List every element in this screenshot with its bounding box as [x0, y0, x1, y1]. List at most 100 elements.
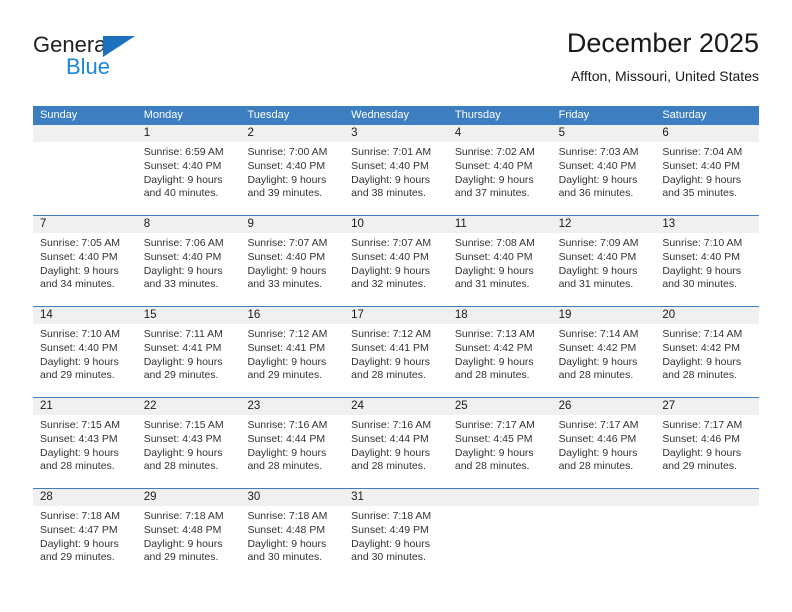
day-cell-18[interactable]: Sunrise: 7:13 AM Sunset: 4:42 PM Daylight:… — [448, 324, 552, 397]
day-number-12[interactable]: 12 — [552, 216, 656, 233]
day-detail-line: Daylight: 9 hours — [247, 264, 327, 277]
day-cell-5[interactable]: Sunrise: 7:03 AM Sunset: 4:40 PM Daylight:… — [552, 142, 656, 215]
day-number-27[interactable]: 27 — [655, 398, 759, 415]
day-number-6[interactable]: 6 — [655, 125, 759, 142]
day-detail-line: Daylight: 9 hours — [558, 264, 638, 277]
day-detail-line: Daylight: 9 hours — [143, 355, 223, 368]
day-number-empty — [552, 489, 656, 506]
day-cell-empty — [448, 506, 552, 579]
day-detail-line: Daylight: 9 hours — [558, 355, 638, 368]
day-detail-line: Sunset: 4:41 PM — [143, 341, 222, 354]
day-number-2[interactable]: 2 — [240, 125, 344, 142]
day-number-21[interactable]: 21 — [33, 398, 137, 415]
day-cell-22[interactable]: Sunrise: 7:15 AM Sunset: 4:43 PM Daylight:… — [137, 415, 241, 488]
week-detail-band: Sunrise: 7:18 AM Sunset: 4:47 PM Daylight:… — [33, 506, 759, 579]
day-number-18[interactable]: 18 — [448, 307, 552, 324]
day-number-24[interactable]: 24 — [344, 398, 448, 415]
day-number-7[interactable]: 7 — [33, 216, 137, 233]
day-detail-line: Sunrise: 7:16 AM — [247, 419, 328, 431]
calendar-page: General Blue December 2025 Affton, Misso… — [0, 0, 792, 612]
day-number-23[interactable]: 23 — [240, 398, 344, 415]
day-cell-27[interactable]: Sunrise: 7:17 AM Sunset: 4:46 PM Daylight:… — [655, 415, 759, 488]
day-cell-20[interactable]: Sunrise: 7:14 AM Sunset: 4:42 PM Daylight:… — [655, 324, 759, 397]
day-cell-17[interactable]: Sunrise: 7:12 AM Sunset: 4:41 PM Daylight:… — [344, 324, 448, 397]
day-cell-4[interactable]: Sunrise: 7:02 AM Sunset: 4:40 PM Daylight:… — [448, 142, 552, 215]
day-number-1[interactable]: 1 — [137, 125, 241, 142]
day-cell-7[interactable]: Sunrise: 7:05 AM Sunset: 4:40 PM Daylight:… — [33, 233, 137, 306]
day-number-15[interactable]: 15 — [137, 307, 241, 324]
day-detail-line: Sunrise: 7:08 AM — [454, 237, 535, 249]
day-detail-line: and 31 minutes. — [454, 278, 530, 291]
day-cell-16[interactable]: Sunrise: 7:12 AM Sunset: 4:41 PM Daylight:… — [240, 324, 344, 397]
day-detail-line: Daylight: 9 hours — [351, 537, 430, 550]
day-cell-24[interactable]: Sunrise: 7:16 AM Sunset: 4:44 PM Daylight:… — [344, 415, 448, 488]
day-number-5[interactable]: 5 — [552, 125, 656, 142]
day-cell-2[interactable]: Sunrise: 7:00 AM Sunset: 4:40 PM Daylight:… — [240, 142, 344, 215]
day-number-8[interactable]: 8 — [137, 216, 241, 233]
day-cell-28[interactable]: Sunrise: 7:18 AM Sunset: 4:47 PM Daylight:… — [33, 506, 137, 579]
day-number-9[interactable]: 9 — [240, 216, 344, 233]
day-detail-line: Sunrise: 7:14 AM — [662, 328, 743, 340]
logo-text-blue: Blue — [66, 54, 111, 79]
day-cell-30[interactable]: Sunrise: 7:18 AM Sunset: 4:48 PM Daylight:… — [240, 506, 344, 579]
weekday-header-monday: Monday — [143, 109, 183, 121]
day-number-3[interactable]: 3 — [344, 125, 448, 142]
day-cell-13[interactable]: Sunrise: 7:10 AM Sunset: 4:40 PM Daylight:… — [655, 233, 759, 306]
day-cell-23[interactable]: Sunrise: 7:16 AM Sunset: 4:44 PM Daylight:… — [240, 415, 344, 488]
day-cell-14[interactable]: Sunrise: 7:10 AM Sunset: 4:40 PM Daylight:… — [33, 324, 137, 397]
week-detail-band: Sunrise: 7:05 AM Sunset: 4:40 PM Daylight:… — [33, 233, 759, 306]
day-cell-6[interactable]: Sunrise: 7:04 AM Sunset: 4:40 PM Daylight:… — [655, 142, 759, 215]
day-cell-29[interactable]: Sunrise: 7:18 AM Sunset: 4:48 PM Daylight:… — [137, 506, 241, 579]
day-cell-21[interactable]: Sunrise: 7:15 AM Sunset: 4:43 PM Daylight:… — [33, 415, 137, 488]
day-cell-1[interactable]: Sunrise: 6:59 AM Sunset: 4:40 PM Daylight:… — [137, 142, 241, 215]
day-detail-line: and 35 minutes. — [662, 187, 738, 200]
day-detail-line: Sunrise: 7:17 AM — [558, 419, 639, 431]
day-cell-31[interactable]: Sunrise: 7:18 AM Sunset: 4:49 PM Daylight:… — [344, 506, 448, 579]
day-detail-line: Daylight: 9 hours — [247, 446, 327, 459]
day-detail-line: Daylight: 9 hours — [351, 355, 430, 368]
day-number-11[interactable]: 11 — [448, 216, 552, 233]
day-number-16[interactable]: 16 — [240, 307, 344, 324]
day-number-10[interactable]: 10 — [344, 216, 448, 233]
day-number-19[interactable]: 19 — [552, 307, 656, 324]
page-header: General Blue December 2025 Affton, Misso… — [33, 26, 759, 98]
day-cell-11[interactable]: Sunrise: 7:08 AM Sunset: 4:40 PM Daylight:… — [448, 233, 552, 306]
day-number-26[interactable]: 26 — [552, 398, 656, 415]
day-number-4[interactable]: 4 — [448, 125, 552, 142]
day-detail-line: and 33 minutes. — [247, 278, 323, 291]
day-detail-line: Daylight: 9 hours — [662, 264, 742, 277]
day-detail-line: Sunset: 4:40 PM — [143, 159, 222, 172]
day-number-28[interactable]: 28 — [33, 489, 137, 506]
day-number-30[interactable]: 30 — [240, 489, 344, 506]
day-detail-line: Daylight: 9 hours — [351, 264, 430, 277]
day-cell-9[interactable]: Sunrise: 7:07 AM Sunset: 4:40 PM Daylight:… — [240, 233, 344, 306]
day-detail-line: Daylight: 9 hours — [40, 355, 119, 368]
day-cell-12[interactable]: Sunrise: 7:09 AM Sunset: 4:40 PM Daylight:… — [552, 233, 656, 306]
week-detail-band: Sunrise: 6:59 AM Sunset: 4:40 PM Daylight:… — [33, 142, 759, 215]
day-detail-line: Sunset: 4:41 PM — [247, 341, 326, 354]
general-blue-logo[interactable]: General Blue — [33, 32, 233, 90]
day-cell-25[interactable]: Sunrise: 7:17 AM Sunset: 4:45 PM Daylight:… — [448, 415, 552, 488]
day-number-20[interactable]: 20 — [655, 307, 759, 324]
day-cell-3[interactable]: Sunrise: 7:01 AM Sunset: 4:40 PM Daylight:… — [344, 142, 448, 215]
day-number-13[interactable]: 13 — [655, 216, 759, 233]
day-number-17[interactable]: 17 — [344, 307, 448, 324]
day-detail-line: Daylight: 9 hours — [454, 355, 534, 368]
day-cell-10[interactable]: Sunrise: 7:07 AM Sunset: 4:40 PM Daylight:… — [344, 233, 448, 306]
day-number-22[interactable]: 22 — [137, 398, 241, 415]
day-cell-8[interactable]: Sunrise: 7:06 AM Sunset: 4:40 PM Daylight:… — [137, 233, 241, 306]
page-title: December 2025 — [566, 28, 759, 58]
day-detail-line: and 36 minutes. — [558, 187, 634, 200]
day-number-14[interactable]: 14 — [33, 307, 137, 324]
calendar-grid: Sunday Monday Tuesday Wednesday Thursday Frid… — [33, 106, 759, 579]
day-detail-line: Daylight: 9 hours — [143, 446, 223, 459]
day-detail-line: and 30 minutes. — [662, 278, 738, 291]
day-cell-15[interactable]: Sunrise: 7:11 AM Sunset: 4:41 PM Daylight:… — [137, 324, 241, 397]
day-number-31[interactable]: 31 — [344, 489, 448, 506]
day-cell-26[interactable]: Sunrise: 7:17 AM Sunset: 4:46 PM Daylight:… — [552, 415, 656, 488]
day-number-25[interactable]: 25 — [448, 398, 552, 415]
day-detail-line: Daylight: 9 hours — [454, 264, 534, 277]
day-detail-line: and 28 minutes. — [454, 460, 530, 473]
day-cell-19[interactable]: Sunrise: 7:14 AM Sunset: 4:42 PM Daylight:… — [552, 324, 656, 397]
day-number-29[interactable]: 29 — [137, 489, 241, 506]
